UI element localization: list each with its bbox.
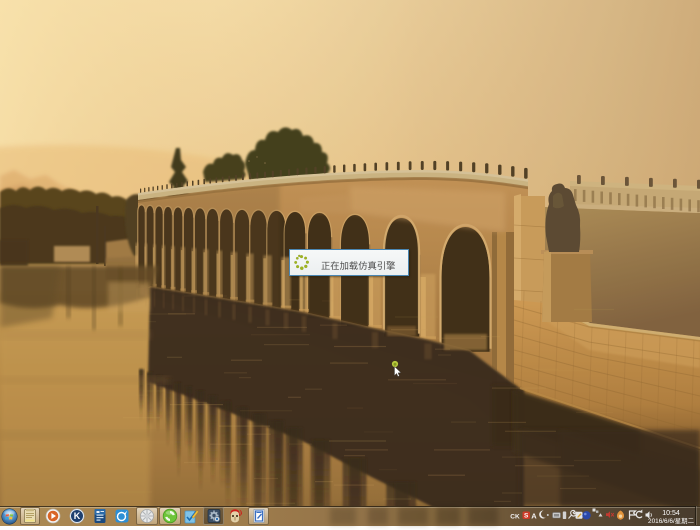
svg-text:10:54: 10:54 (662, 510, 680, 517)
svg-text:A: A (531, 512, 537, 521)
svg-text:CK: CK (510, 514, 520, 521)
svg-text:K: K (74, 511, 81, 521)
svg-text:2016/6/6/星期二: 2016/6/6/星期二 (648, 517, 694, 525)
svg-text:S: S (524, 513, 529, 520)
